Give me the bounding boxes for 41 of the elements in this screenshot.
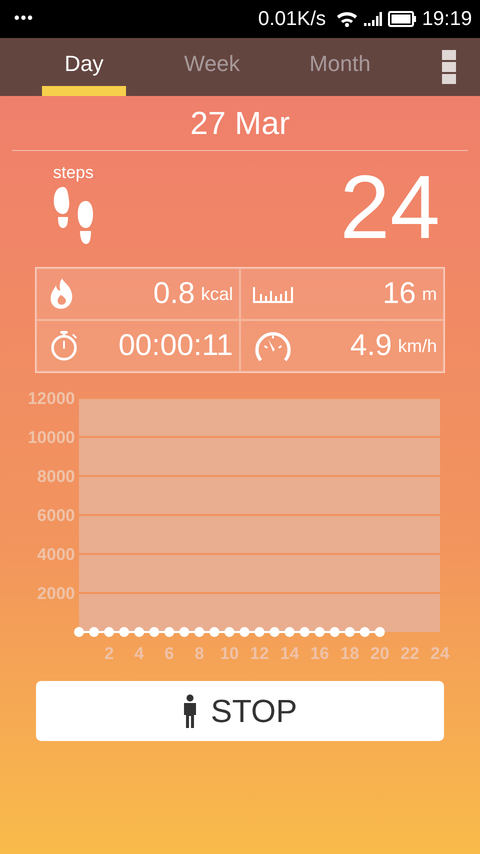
y-axis-label: 12000 — [28, 389, 75, 408]
y-axis-label: 6000 — [37, 506, 75, 525]
y-axis-label: 2000 — [37, 584, 75, 603]
x-axis-label: 12 — [250, 644, 269, 663]
x-axis-label: 24 — [430, 644, 450, 663]
x-axis-label: 16 — [310, 644, 330, 663]
y-axis-label: 4000 — [37, 545, 75, 564]
x-axis-label: 14 — [280, 644, 300, 663]
x-axis-label: 22 — [400, 644, 420, 663]
x-axis-label: 4 — [134, 644, 144, 663]
stat-value: 00:00:11 — [118, 329, 233, 363]
x-axis-label: 20 — [370, 644, 390, 663]
x-axis-label: 18 — [340, 644, 360, 663]
network-speed: 0.01K/s — [258, 8, 326, 30]
x-axis-label: 8 — [194, 644, 204, 663]
y-axis-label: 10000 — [28, 428, 75, 447]
flame-icon — [49, 278, 75, 310]
stat-value: 4.9 — [350, 329, 392, 363]
battery-icon — [388, 11, 416, 27]
x-axis-label: 10 — [220, 644, 239, 663]
stopwatch-icon — [49, 330, 79, 362]
stat-unit: km/h — [398, 336, 437, 356]
x-axis-label: 6 — [164, 644, 174, 663]
y-axis-label: 8000 — [37, 467, 75, 486]
date-title: 27 Mar — [12, 96, 468, 151]
stat-value: 0.8 — [153, 277, 195, 311]
person-icon — [182, 694, 197, 728]
stop-button[interactable]: STOP — [36, 681, 444, 741]
ruler-icon — [253, 285, 293, 303]
signal-icon — [364, 12, 382, 26]
wifi-icon — [336, 11, 358, 27]
stat-unit: kcal — [200, 284, 233, 304]
stat-value: 16 — [382, 277, 416, 311]
steps-label: steps — [53, 163, 94, 183]
step-count: 24 — [340, 163, 440, 260]
x-axis-label: 2 — [104, 644, 114, 663]
clock: 19:19 — [422, 8, 472, 30]
stat-unit: m — [422, 284, 437, 304]
speedometer-icon — [253, 329, 293, 363]
notification-dots: ••• — [14, 10, 34, 28]
menu-icon[interactable] — [442, 50, 456, 84]
